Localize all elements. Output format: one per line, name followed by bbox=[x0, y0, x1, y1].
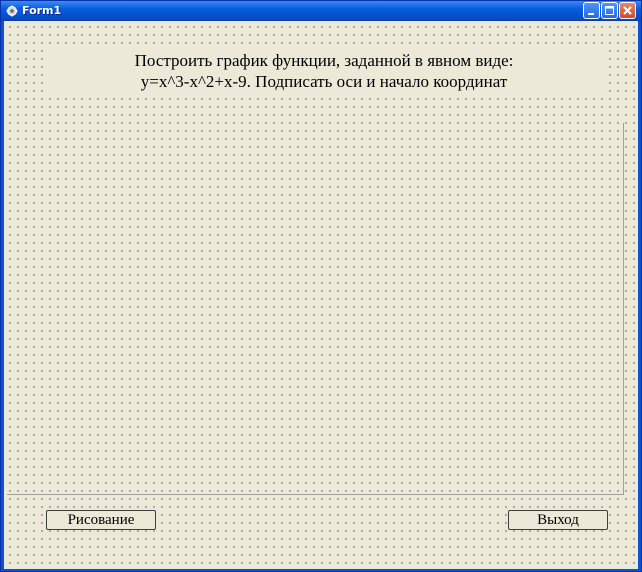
maximize-button[interactable] bbox=[601, 2, 618, 19]
task-heading-line2: y=x^3-x^2+x-9. Подписать оси и начало ко… bbox=[140, 72, 508, 91]
form-client-area: Построить график функции, заданной в явн… bbox=[4, 21, 638, 569]
close-button[interactable] bbox=[619, 2, 636, 19]
title-bar[interactable]: Form1 bbox=[1, 1, 641, 21]
close-icon bbox=[623, 6, 632, 15]
maximize-icon bbox=[605, 6, 614, 15]
draw-button[interactable]: Рисование bbox=[46, 510, 156, 530]
task-heading-line1: Построить график функции, заданной в явн… bbox=[134, 51, 514, 70]
task-heading: Построить график функции, заданной в явн… bbox=[44, 48, 604, 98]
minimize-icon bbox=[588, 13, 594, 15]
exit-button[interactable]: Выход bbox=[508, 510, 608, 530]
app-icon[interactable] bbox=[6, 4, 18, 17]
drawing-area[interactable] bbox=[7, 123, 624, 495]
minimize-button[interactable] bbox=[583, 2, 600, 19]
form-window: Form1 Построить график функции, заданной… bbox=[0, 0, 642, 572]
window-title: Form1 bbox=[22, 4, 62, 17]
